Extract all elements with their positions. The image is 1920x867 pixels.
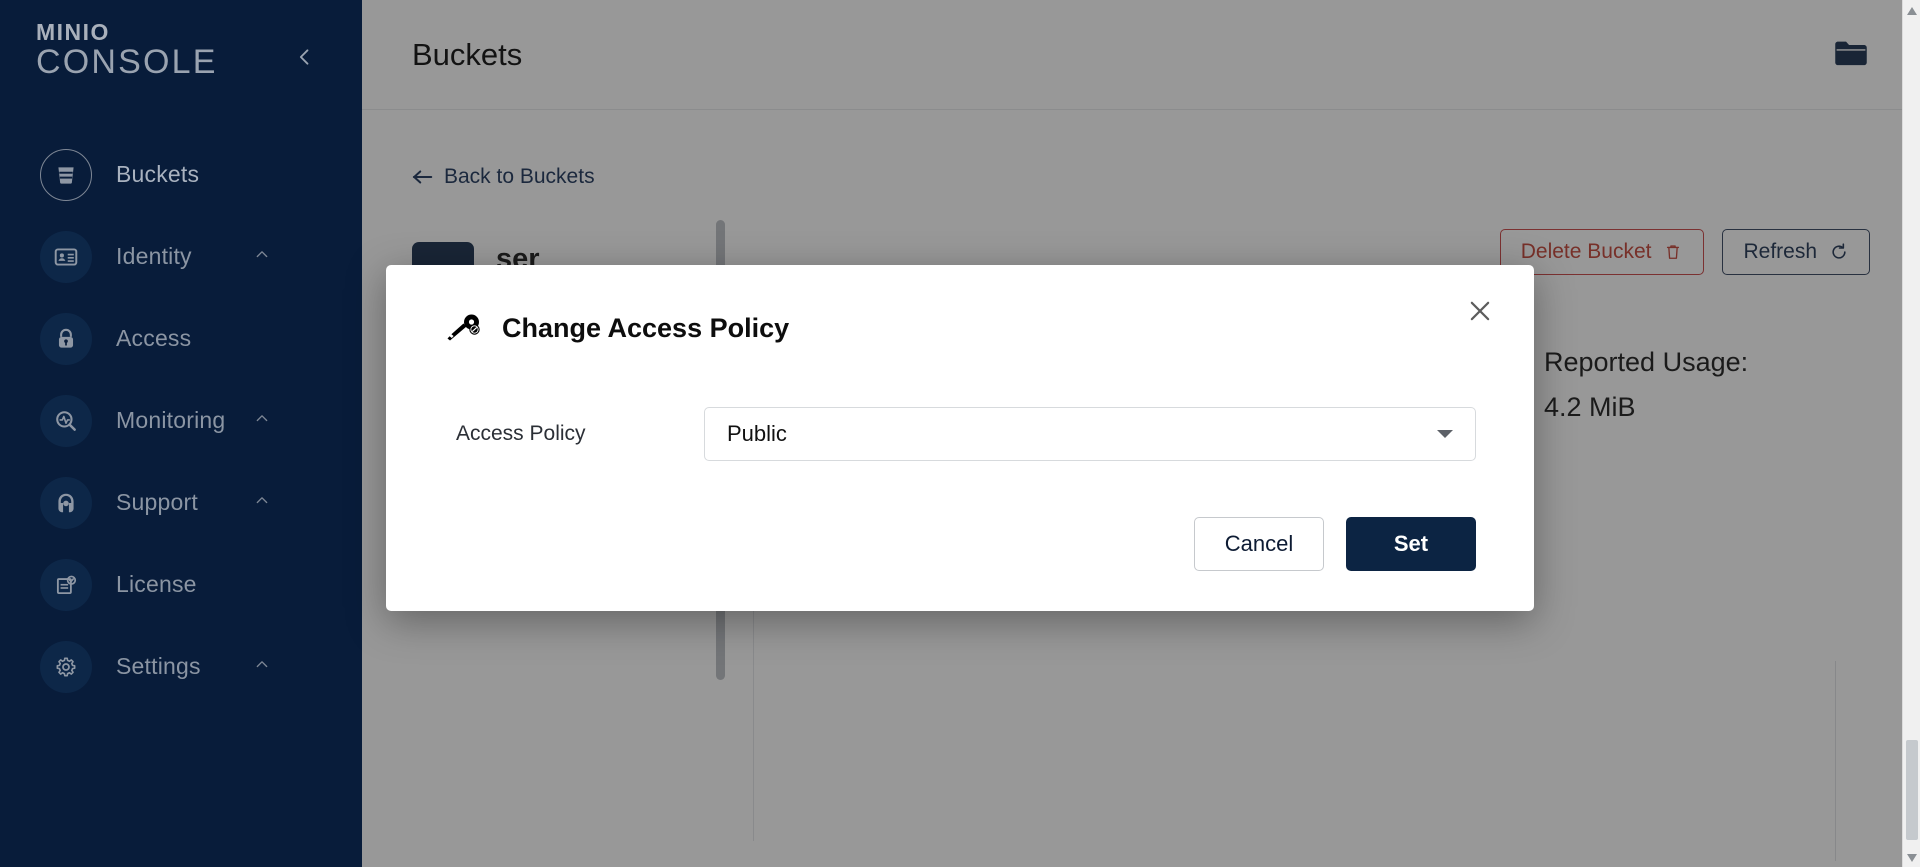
sidebar: MINIO CONSOLE Buckets Identity Access Mo… [0, 0, 362, 867]
cancel-label: Cancel [1224, 531, 1294, 556]
modal-header: Change Access Policy [444, 311, 1476, 345]
lock-icon [40, 312, 92, 365]
change-access-policy-modal: Change Access Policy Access Policy Publi… [386, 265, 1534, 611]
chevron-left-icon [299, 49, 309, 65]
access-policy-selected-value: Public [727, 421, 787, 446]
modal-actions: Cancel Set [444, 517, 1476, 571]
access-policy-field-row: Access Policy Public [444, 407, 1476, 461]
sidebar-item-license[interactable]: License [0, 544, 362, 626]
sidebar-item-support[interactable]: Support [0, 462, 362, 544]
document-check-icon [40, 558, 92, 611]
sidebar-item-label: Identity [116, 243, 192, 270]
chevron-up-icon [254, 246, 270, 267]
set-label: Set [1393, 531, 1429, 556]
sidebar-item-label: Buckets [116, 161, 200, 188]
sidebar-item-label: License [116, 571, 197, 598]
chevron-down-icon [1437, 430, 1453, 438]
sidebar-item-settings[interactable]: Settings [0, 626, 362, 708]
sidebar-item-label: Support [116, 489, 198, 516]
sidebar-item-monitoring[interactable]: Monitoring [0, 380, 362, 462]
app-root: MINIO CONSOLE Buckets Identity Access Mo… [0, 0, 1920, 867]
chevron-up-icon [254, 410, 270, 431]
window-scrollbar[interactable] [1902, 0, 1920, 867]
brand-logo: MINIO CONSOLE [0, 0, 362, 82]
id-card-icon [40, 230, 92, 283]
sidebar-item-access[interactable]: Access [0, 298, 362, 380]
key-icon [444, 311, 484, 345]
sidebar-item-label: Monitoring [116, 407, 226, 434]
scroll-up-arrow-icon[interactable] [1906, 4, 1918, 16]
sidebar-collapse-button[interactable] [288, 40, 322, 74]
sidebar-nav: Buckets Identity Access Monitoring Suppo… [0, 134, 362, 708]
access-policy-select[interactable]: Public [704, 407, 1476, 461]
gear-icon [40, 640, 92, 693]
sidebar-item-identity[interactable]: Identity [0, 216, 362, 298]
headset-icon [40, 476, 92, 529]
close-icon [1470, 301, 1490, 321]
scroll-down-arrow-icon[interactable] [1906, 851, 1918, 863]
modal-title: Change Access Policy [502, 312, 790, 343]
chevron-up-icon [254, 492, 270, 513]
set-button[interactable]: Set [1346, 517, 1476, 571]
cancel-button[interactable]: Cancel [1194, 517, 1324, 571]
bucket-icon [40, 148, 92, 201]
sidebar-item-label: Settings [116, 653, 201, 680]
modal-close-button[interactable] [1460, 291, 1500, 331]
chevron-up-icon [254, 656, 270, 677]
sidebar-item-label: Access [116, 325, 192, 352]
scrollbar-thumb[interactable] [1906, 740, 1918, 840]
access-policy-label: Access Policy [456, 422, 586, 445]
pulse-search-icon [40, 394, 92, 447]
sidebar-item-buckets[interactable]: Buckets [0, 134, 362, 216]
